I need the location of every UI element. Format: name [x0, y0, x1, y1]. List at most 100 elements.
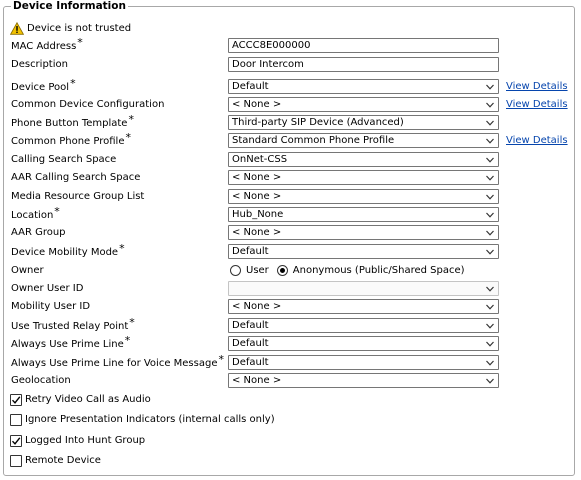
required-marker: *: [125, 131, 131, 144]
chevron-down-icon: [486, 194, 494, 200]
always-use-prime-line-for-voice-message-selected-value: Default: [232, 357, 269, 368]
aar-group-label: AAR Group: [11, 227, 66, 238]
common-phone-profile-selected-value: Standard Common Phone Profile: [232, 135, 395, 146]
owner-radio-anonymous-public-shared-space[interactable]: [276, 265, 288, 276]
phone-button-template-select[interactable]: Third-party SIP Device (Advanced): [228, 115, 499, 130]
chevron-down-icon: [486, 323, 494, 329]
chevron-down-icon: [486, 286, 494, 292]
ignore-presentation-indicators-internal-calls-only-checkbox[interactable]: [10, 413, 22, 426]
chevron-down-icon: [486, 249, 494, 255]
media-resource-group-list-select[interactable]: < None >: [228, 189, 499, 204]
common-phone-profile-row: Common Phone Profile* Standard Common Pho…: [10, 131, 570, 148]
common-phone-profile-select[interactable]: Standard Common Phone Profile: [228, 133, 499, 148]
calling-search-space-selected-value: OnNet-CSS: [232, 154, 288, 165]
geolocation-label: Geolocation: [11, 375, 71, 386]
aar-group-row: AAR Group < None >: [10, 225, 570, 240]
ignore-presentation-indicators-internal-calls-only-row: Ignore Presentation Indicators (internal…: [10, 412, 275, 427]
device-pool-view-details-link[interactable]: View Details: [506, 79, 568, 94]
description-label: Description: [11, 59, 68, 70]
chevron-down-icon: [486, 138, 494, 144]
common-device-configuration-view-details-link[interactable]: View Details: [506, 97, 568, 112]
calling-search-space-select[interactable]: OnNet-CSS: [228, 152, 499, 167]
chevron-down-icon: [486, 378, 494, 384]
location-selected-value: Hub_None: [232, 209, 284, 220]
common-phone-profile-view-details-link[interactable]: View Details: [506, 133, 568, 148]
chevron-down-icon: [486, 304, 494, 310]
phone-button-template-selected-value: Third-party SIP Device (Advanced): [232, 117, 404, 128]
retry-video-call-as-audio-label: Retry Video Call as Audio: [25, 394, 151, 405]
common-device-configuration-select[interactable]: < None >: [228, 97, 499, 112]
remote-device-label: Remote Device: [25, 455, 101, 466]
required-marker: *: [124, 334, 131, 347]
device-pool-selected-value: Default: [232, 81, 269, 92]
phone-button-template-row: Phone Button Template* Third-party SIP De…: [10, 113, 570, 130]
chevron-down-icon: [486, 102, 494, 108]
location-select[interactable]: Hub_None: [228, 207, 499, 222]
ignore-presentation-indicators-internal-calls-only-label: Ignore Presentation Indicators (internal…: [25, 414, 275, 425]
aar-calling-search-space-label: AAR Calling Search Space: [11, 172, 141, 183]
required-marker: *: [54, 205, 60, 218]
location-label: Location*: [11, 205, 60, 221]
owner-row: Owner User Anonymous (Public/Shared Space): [10, 263, 570, 278]
mobility-user-id-row: Mobility User ID < None >: [10, 299, 570, 314]
device-pool-select[interactable]: Default: [228, 79, 499, 94]
retry-video-call-as-audio-checkbox[interactable]: [10, 393, 22, 406]
chevron-down-icon: [486, 120, 494, 126]
chevron-down-icon: [486, 230, 494, 236]
required-marker: *: [70, 77, 76, 90]
media-resource-group-list-label: Media Resource Group List: [11, 191, 145, 202]
calling-search-space-row: Calling Search Space OnNet-CSS: [10, 152, 570, 167]
logged-into-hunt-group-row: Logged Into Hunt Group: [10, 433, 145, 448]
required-marker: *: [119, 242, 125, 255]
chevron-down-icon: [486, 84, 494, 90]
use-trusted-relay-point-select[interactable]: Default: [228, 318, 499, 333]
always-use-prime-line-row: Always Use Prime Line* Default: [10, 334, 570, 351]
geolocation-selected-value: < None >: [232, 375, 282, 386]
device-not-trusted-warning: Device is not trusted: [10, 21, 131, 35]
chevron-down-icon: [486, 157, 494, 163]
checkmark-icon: [11, 395, 21, 404]
required-marker: *: [129, 316, 135, 329]
owner-user-id-select: [228, 281, 499, 296]
remote-device-row: Remote Device: [10, 453, 101, 468]
description-input[interactable]: Door Intercom: [228, 57, 499, 72]
chevron-down-icon: [486, 341, 494, 347]
aar-group-selected-value: < None >: [232, 227, 282, 238]
mobility-user-id-select[interactable]: < None >: [228, 299, 499, 314]
use-trusted-relay-point-label: Use Trusted Relay Point*: [11, 316, 135, 332]
owner-radio-label: User: [246, 265, 269, 276]
description-row: Description Door Intercom: [10, 57, 570, 72]
aar-group-select[interactable]: < None >: [228, 225, 499, 240]
section-legend: Device Information: [11, 0, 128, 12]
always-use-prime-line-for-voice-message-label: Always Use Prime Line for Voice Message*: [11, 353, 224, 369]
mac-address-label: MAC Address*: [11, 36, 83, 52]
retry-video-call-as-audio-row: Retry Video Call as Audio: [10, 392, 151, 407]
always-use-prime-line-for-voice-message-select[interactable]: Default: [228, 355, 499, 370]
aar-calling-search-space-select[interactable]: < None >: [228, 170, 499, 185]
device-mobility-mode-label: Device Mobility Mode*: [11, 242, 125, 258]
warning-triangle-icon: [10, 21, 24, 35]
owner-radio-user[interactable]: [230, 265, 241, 276]
checkmark-icon: [11, 436, 21, 445]
always-use-prime-line-select[interactable]: Default: [228, 336, 499, 351]
use-trusted-relay-point-selected-value: Default: [232, 320, 269, 331]
device-pool-label: Device Pool*: [11, 77, 76, 93]
logged-into-hunt-group-label: Logged Into Hunt Group: [25, 435, 146, 446]
device-mobility-mode-selected-value: Default: [232, 246, 269, 257]
device-mobility-mode-select[interactable]: Default: [228, 244, 499, 259]
geolocation-select[interactable]: < None >: [228, 373, 499, 388]
phone-button-template-label: Phone Button Template*: [11, 113, 134, 129]
chevron-down-icon: [486, 175, 494, 181]
owner-radio-group: User Anonymous (Public/Shared Space): [230, 263, 473, 278]
owner-user-id-label: Owner User ID: [11, 283, 84, 294]
remote-device-checkbox[interactable]: [10, 454, 22, 467]
mac-address-input[interactable]: ACCC8E000000: [228, 38, 499, 53]
logged-into-hunt-group-checkbox[interactable]: [10, 434, 22, 447]
mac-address-row: MAC Address* ACCC8E000000: [10, 36, 570, 53]
use-trusted-relay-point-row: Use Trusted Relay Point* Default: [10, 316, 570, 333]
mobility-user-id-label: Mobility User ID: [11, 301, 91, 312]
owner-user-id-row: Owner User ID: [10, 281, 570, 296]
media-resource-group-list-row: Media Resource Group List < None >: [10, 189, 570, 204]
location-row: Location* Hub_None: [10, 205, 570, 222]
always-use-prime-line-for-voice-message-row: Always Use Prime Line for Voice Message*…: [10, 353, 570, 370]
